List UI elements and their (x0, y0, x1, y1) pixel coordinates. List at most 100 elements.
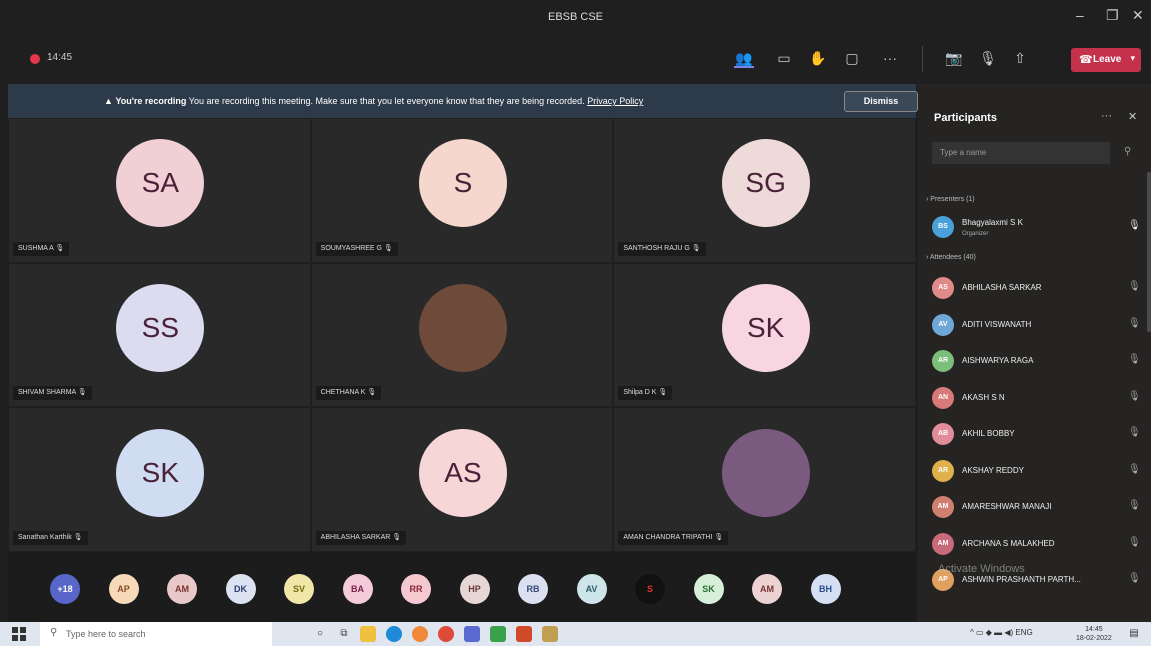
close-panel-icon[interactable]: ✕ (1128, 110, 1137, 123)
participants-panel: Participants ··· ✕ Type a name ⚲ › Prese… (918, 84, 1151, 622)
file-explorer-icon[interactable] (360, 626, 376, 642)
attendees-section-label[interactable]: › Attendees (40) (926, 254, 976, 261)
strip-avatar[interactable]: SK (693, 574, 724, 604)
chevron-down-icon[interactable]: ▾ (1130, 53, 1135, 64)
mic-muted-icon: 🎙 (1128, 427, 1141, 438)
video-tile[interactable]: SA SUSHMA A 🎙 (8, 118, 311, 263)
participant-search-input[interactable]: Type a name (932, 142, 1110, 164)
teams-icon[interactable] (464, 626, 480, 642)
avatar: AS (932, 277, 954, 299)
mic-muted-icon: 🎙 (1128, 281, 1141, 292)
video-tile[interactable]: SS SHIVAM SHARMA 🎙 (8, 262, 311, 408)
excel-icon[interactable] (490, 626, 506, 642)
maximize-icon[interactable]: ❐ (1106, 7, 1119, 24)
notifications-icon[interactable]: ▤ (1126, 626, 1142, 642)
recording-indicator-icon (30, 54, 40, 64)
strip-avatar[interactable]: AV (576, 574, 607, 604)
toolbar-divider (922, 46, 923, 72)
taskbar-search-placeholder: Type here to search (66, 629, 146, 639)
participant-name: CHETHANA K (320, 389, 366, 397)
strip-avatar[interactable]: S (635, 574, 665, 604)
phone-hangup-icon: ☎ (1079, 54, 1093, 66)
dismiss-button[interactable]: Dismiss (844, 91, 918, 112)
participant-name-tag: Shilpa D K 🎙 (618, 386, 673, 401)
cortana-icon[interactable]: ○ (312, 626, 328, 642)
mic-muted-icon: 🎙 (381, 244, 393, 252)
warning-icon: ▲ (104, 96, 113, 106)
video-tile[interactable]: S SOUMYASHREE G 🎙 (310, 118, 614, 263)
participant-row-organizer[interactable]: BS Bhagyalaxmi S K Organizer 🎙 (932, 216, 1142, 238)
chat-icon[interactable]: ▭ (774, 48, 794, 68)
powerpoint-icon[interactable] (516, 626, 532, 642)
strip-avatar[interactable]: +18 (50, 574, 80, 604)
share-screen-icon[interactable]: ⇧ (1010, 48, 1030, 68)
strip-avatar[interactable]: AM (167, 574, 197, 604)
strip-avatar[interactable]: BA (342, 574, 373, 604)
strip-avatar[interactable]: DK (225, 574, 256, 604)
strip-avatar[interactable]: BH (810, 574, 841, 604)
mic-muted-icon: 🎙 (1128, 463, 1141, 475)
browser-icon[interactable] (412, 626, 428, 642)
close-icon[interactable]: ✕ (1132, 7, 1144, 24)
video-tile[interactable]: SG SANTHOSH RAJU G 🎙 (613, 118, 916, 263)
presenters-section-label[interactable]: › Presenters (1) (926, 196, 975, 203)
participant-name-tag: AMAN CHANDRA TRIPATHI 🎙 (618, 530, 729, 545)
participant-row[interactable]: AN AKASH S N 🎙 (932, 386, 1142, 409)
more-options-icon[interactable]: ··· (880, 48, 900, 68)
avatar: AV (932, 313, 954, 336)
participant-name: Bhagyalaxmi S K (962, 218, 1023, 227)
participant-avatar: SS (116, 283, 205, 372)
participant-row[interactable]: AR AISHWARYA RAGA 🎙 (932, 350, 1142, 372)
video-grid: SA SUSHMA A 🎙 S SOUMYASHREE G 🎙 SG SANTHOSH R… (8, 118, 916, 552)
taskbar-search-box[interactable]: ⚲ Type here to search (40, 622, 272, 646)
banner-text: ▲ You're recording You are recording thi… (104, 96, 643, 106)
app-icon[interactable] (542, 626, 558, 642)
participant-avatar: AS (418, 428, 507, 517)
privacy-policy-link[interactable]: Privacy Policy (587, 96, 643, 106)
camera-icon[interactable]: 📷 (944, 48, 964, 68)
avatar: BS (932, 216, 954, 238)
banner-message: You are recording this meeting. Make sur… (188, 96, 585, 106)
mic-muted-icon: 🎙 (1128, 390, 1141, 402)
chrome-icon[interactable] (438, 626, 454, 642)
strip-avatar[interactable]: HP (459, 574, 490, 604)
video-tile[interactable]: SK Shilpa D K 🎙 (613, 262, 916, 408)
participant-row[interactable]: AS ABHILASHA SARKAR 🎙 (932, 277, 1142, 299)
participant-row[interactable]: AB AKHIL BOBBY 🎙 (932, 423, 1142, 445)
strip-avatar[interactable]: RR (401, 574, 431, 604)
leave-button[interactable]: ☎ Leave ▾ (1071, 48, 1141, 72)
strip-avatar[interactable]: RB (518, 574, 548, 604)
video-tile[interactable]: AMAN CHANDRA TRIPATHI 🎙 (613, 407, 916, 552)
strip-avatar[interactable]: AP (108, 574, 139, 604)
avatar: AR (932, 350, 954, 372)
participants-toolbar-icon[interactable]: 👥 (734, 48, 754, 68)
mic-muted-icon: 🎙 (75, 389, 87, 397)
strip-avatar[interactable]: AM (752, 574, 782, 604)
participant-row[interactable]: AM AMARESHWAR MANAJI 🎙 (932, 496, 1142, 518)
participant-row[interactable]: AM ARCHANA S MALAKHED 🎙 (932, 532, 1142, 555)
invite-icon[interactable]: ⚲ (1124, 146, 1131, 157)
mic-muted-icon: 🎙 (365, 389, 377, 397)
video-tile[interactable]: SK Sanathan Karthik 🎙 (8, 407, 311, 552)
microphone-icon[interactable]: 🎙 (978, 48, 998, 68)
participant-avatar: SK (116, 428, 205, 517)
edge-icon[interactable] (386, 626, 402, 642)
raise-hand-icon[interactable]: ✋ (808, 48, 828, 68)
avatar: AB (932, 423, 954, 445)
video-tile[interactable]: CHETHANA K 🎙 (310, 262, 614, 408)
minimize-icon[interactable]: – (1076, 7, 1084, 23)
participant-row[interactable]: AV ADITI VISWANATH 🎙 (932, 313, 1142, 336)
microphone-icon: 🎙 (1128, 220, 1141, 231)
video-tile[interactable]: AS ABHILASHA SARKAR 🎙 (310, 407, 614, 552)
windows-start-icon[interactable] (12, 627, 26, 641)
taskbar-clock[interactable]: 14:45 18-02-2022 (1076, 625, 1112, 643)
task-view-icon[interactable]: ⧉ (336, 626, 352, 642)
meeting-timer: 14:45 (47, 52, 73, 63)
system-tray[interactable]: ^ ▭ ◆ ▬ ◀) ENG (970, 628, 1033, 637)
strip-avatar[interactable]: SV (284, 574, 314, 604)
more-icon[interactable]: ··· (1101, 110, 1112, 122)
participant-name: AISHWARYA RAGA (962, 356, 1034, 365)
rooms-icon[interactable]: ▢ (842, 48, 862, 68)
panel-scrollbar[interactable] (1147, 172, 1151, 332)
participant-row[interactable]: AR AKSHAY REDDY 🎙 (932, 459, 1142, 482)
